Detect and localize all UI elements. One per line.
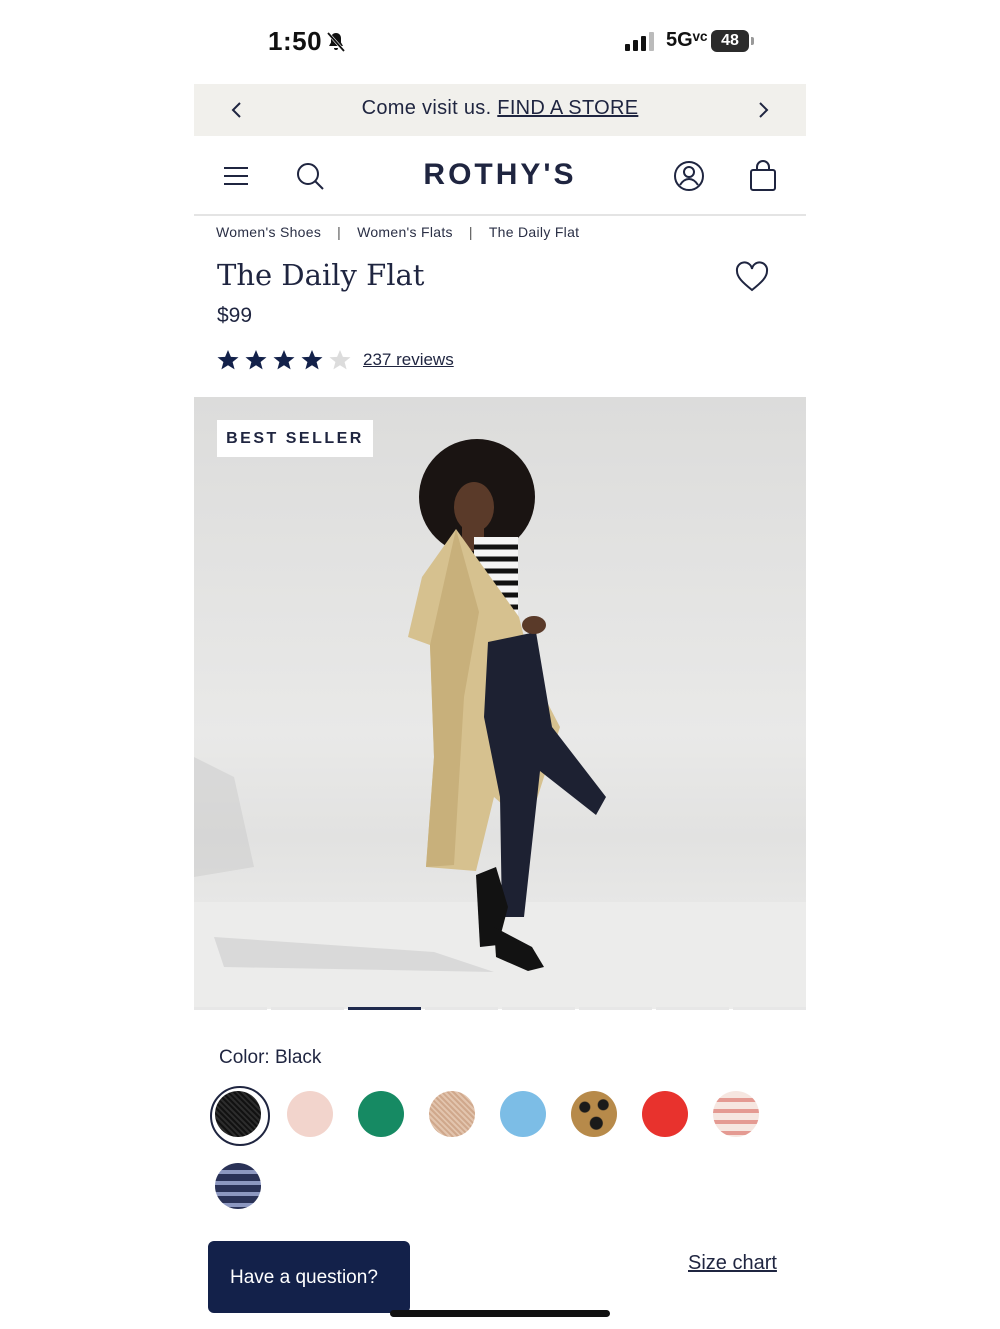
color-swatch-leopard[interactable] xyxy=(571,1091,617,1137)
color-swatch-sky-blue[interactable] xyxy=(500,1091,546,1137)
menu-icon[interactable] xyxy=(218,158,254,194)
site-header: ROTHY'S xyxy=(194,136,806,216)
cellular-signal-icon xyxy=(625,32,654,51)
breadcrumb-current[interactable]: The Daily Flat xyxy=(489,224,580,240)
breadcrumb-separator: | xyxy=(337,224,342,240)
star-rating[interactable] xyxy=(216,348,352,374)
gallery-dot[interactable] xyxy=(656,1007,729,1010)
status-bar: 1:50 5Gᵛᶜ 48 xyxy=(0,0,1000,84)
color-swatch-sand[interactable] xyxy=(429,1091,475,1137)
chevron-right-icon[interactable] xyxy=(750,97,776,123)
star-filled-icon xyxy=(245,350,267,370)
product-image[interactable]: BEST SELLER xyxy=(194,397,806,1009)
breadcrumb-womens-shoes[interactable]: Women's Shoes xyxy=(216,224,321,240)
star-empty-icon xyxy=(329,350,351,370)
promo-text: Come visit us. xyxy=(361,97,492,119)
color-swatch-navy-stripe[interactable] xyxy=(215,1163,261,1209)
gallery-dot[interactable] xyxy=(502,1007,575,1010)
promo-message: Come visit us. FIND A STORE xyxy=(194,97,806,120)
model-photo xyxy=(194,439,806,1009)
promo-bar: Come visit us. FIND A STORE xyxy=(194,84,806,136)
gallery-dot[interactable] xyxy=(579,1007,652,1010)
heart-icon[interactable] xyxy=(735,261,769,293)
search-icon[interactable] xyxy=(292,158,328,194)
star-filled-icon xyxy=(301,350,323,370)
battery-level: 48 xyxy=(711,30,749,52)
status-time: 1:50 xyxy=(268,26,323,56)
rothys-logo[interactable]: ROTHY'S xyxy=(400,158,600,192)
shopping-bag-icon[interactable] xyxy=(745,158,781,194)
reviews-link[interactable]: 237 reviews xyxy=(363,350,454,370)
color-swatch-green[interactable] xyxy=(358,1091,404,1137)
gallery-dot[interactable] xyxy=(271,1007,344,1010)
silent-bell-icon xyxy=(326,32,346,52)
best-seller-badge: BEST SELLER xyxy=(217,420,373,457)
battery-tip xyxy=(751,37,754,45)
color-swatch-blush[interactable] xyxy=(287,1091,333,1137)
color-label: Color: Black xyxy=(219,1047,321,1069)
product-page: Come visit us. FIND A STORE ROTHY'S Wome… xyxy=(194,84,806,1329)
product-title: The Daily Flat xyxy=(217,258,425,292)
gallery-pagination xyxy=(194,1007,806,1011)
color-swatch-black[interactable] xyxy=(210,1086,270,1146)
breadcrumb-womens-flats[interactable]: Women's Flats xyxy=(357,224,453,240)
have-a-question-button[interactable]: Have a question? xyxy=(208,1241,410,1313)
gallery-dot[interactable] xyxy=(194,1007,267,1010)
star-filled-icon xyxy=(217,350,239,370)
star-filled-icon xyxy=(273,350,295,370)
color-label-key: Color: xyxy=(219,1047,270,1068)
home-indicator xyxy=(390,1310,610,1317)
breadcrumb-separator: | xyxy=(468,224,473,240)
gallery-dot[interactable] xyxy=(733,1007,806,1010)
color-swatch-pink-stripe[interactable] xyxy=(713,1091,759,1137)
color-selected-value: Black xyxy=(274,1047,322,1068)
gallery-dot[interactable] xyxy=(348,1007,421,1010)
network-type: 5Gᵛᶜ xyxy=(666,29,708,51)
breadcrumb: Women's Shoes | Women's Flats | The Daily Fl… xyxy=(216,224,579,240)
find-store-link[interactable]: FIND A STORE xyxy=(497,97,638,119)
account-icon[interactable] xyxy=(671,158,707,194)
product-price: $99 xyxy=(217,304,253,327)
gallery-dot[interactable] xyxy=(425,1007,498,1010)
size-chart-link[interactable]: Size chart xyxy=(688,1252,777,1275)
color-swatch-red[interactable] xyxy=(642,1091,688,1137)
